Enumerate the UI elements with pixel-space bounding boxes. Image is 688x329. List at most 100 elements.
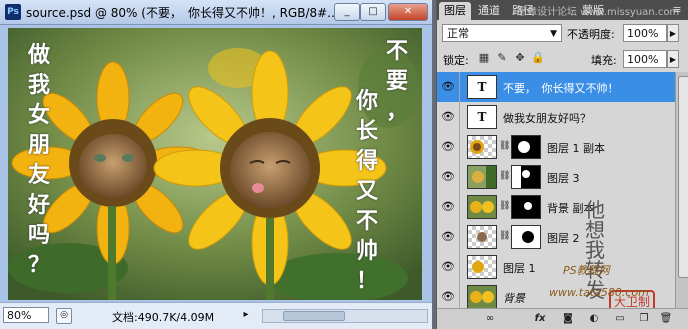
status-menu-arrow[interactable]: ▸ bbox=[240, 308, 252, 322]
chain-link-icon[interactable]: ⛓ bbox=[499, 141, 510, 151]
left-text-char: 吗 bbox=[27, 222, 50, 248]
left-text-char: 我 bbox=[27, 72, 50, 98]
eye-icon[interactable]: 👁 bbox=[440, 260, 456, 274]
minimize-button[interactable]: _ bbox=[334, 3, 360, 21]
opacity-slider-arrow[interactable]: ▶ bbox=[667, 24, 679, 42]
opacity-input[interactable]: 100% bbox=[623, 24, 667, 42]
layer-row[interactable]: 👁 T 不要， 你长得又不帅！ bbox=[437, 72, 675, 103]
layer-row[interactable]: 👁 ⛓ 图层 2 bbox=[437, 222, 675, 253]
panel-tabs: 图层 通道 路径 蒙版 思缘设计论坛 www.missyuan.com ≡ bbox=[437, 0, 688, 20]
divider bbox=[459, 192, 460, 222]
fill-slider-arrow[interactable]: ▶ bbox=[667, 50, 679, 68]
right-text-char: 得 bbox=[355, 148, 378, 174]
tab-layers[interactable]: 图层 bbox=[439, 2, 471, 20]
top-watermark: 思缘设计论坛 www.missyuan.com bbox=[517, 7, 680, 18]
scroll-thumb[interactable] bbox=[283, 311, 345, 321]
lock-transparent-icon[interactable]: ▦ bbox=[477, 51, 491, 65]
lock-brush-icon[interactable]: ✎ bbox=[495, 51, 509, 65]
eye-icon[interactable]: 👁 bbox=[440, 140, 456, 154]
layer-mask-thumbnail[interactable] bbox=[511, 135, 541, 159]
layers-vertical-scrollbar[interactable] bbox=[675, 72, 688, 308]
layer-name[interactable]: 背景 bbox=[503, 290, 525, 306]
layer-thumbnail bbox=[467, 285, 497, 308]
handwritten-signature: 他想我转发 bbox=[585, 198, 605, 302]
layer-thumbnail bbox=[467, 195, 497, 219]
scroll-thumb[interactable] bbox=[678, 76, 688, 278]
right-text-char: 长 bbox=[355, 118, 378, 144]
layer-name[interactable]: 图层 1 bbox=[503, 260, 536, 276]
right-text-char: ， bbox=[385, 98, 408, 124]
panel-menu-icon[interactable]: ≡ bbox=[669, 3, 685, 17]
tab-channels[interactable]: 通道 bbox=[473, 2, 505, 20]
lock-row: 锁定: ▦ ✎ ✥ 🔒 填充: 100% ▶ bbox=[437, 48, 688, 72]
eye-icon[interactable]: 👁 bbox=[440, 200, 456, 214]
left-text-char: 朋 bbox=[27, 132, 50, 158]
chain-link-icon[interactable]: ⛓ bbox=[499, 201, 510, 211]
right-text-char: 你 bbox=[355, 88, 378, 114]
left-text-char: 做 bbox=[27, 42, 50, 68]
layer-row[interactable]: 👁 ⛓ 图层 3 bbox=[437, 162, 675, 193]
left-text-char: 女 bbox=[27, 102, 50, 128]
zoom-input[interactable]: 80% bbox=[3, 307, 49, 323]
text-layer-thumbnail: T bbox=[467, 75, 497, 99]
close-button[interactable]: ✕ bbox=[388, 3, 428, 21]
layer-row[interactable]: 👁 ⛓ 背景 副本 bbox=[437, 192, 675, 223]
layer-mask-thumbnail[interactable] bbox=[511, 165, 541, 189]
layer-name[interactable]: 图层 3 bbox=[547, 170, 580, 186]
link-icon[interactable]: ∞ bbox=[483, 312, 497, 326]
lock-move-icon[interactable]: ✥ bbox=[513, 51, 527, 65]
eye-icon[interactable]: 👁 bbox=[440, 110, 456, 124]
right-text-char: ！ bbox=[355, 268, 378, 294]
layers-list: 👁 T 不要， 你长得又不帅！ 👁 T 做我女朋友好吗？ 👁 ⛓ 图层 1 副本… bbox=[437, 72, 675, 308]
right-text-char: 要 bbox=[385, 68, 408, 94]
layer-mask-thumbnail[interactable] bbox=[511, 195, 541, 219]
chain-link-icon[interactable]: ⛓ bbox=[499, 171, 510, 181]
blend-row: 正常 ▼ 不透明度: 100% ▶ bbox=[437, 22, 688, 46]
layer-thumbnail bbox=[467, 165, 497, 189]
layer-name[interactable]: 图层 1 副本 bbox=[547, 140, 605, 156]
right-text-char: 不 bbox=[355, 208, 378, 234]
new-layer-icon[interactable]: ❐ bbox=[637, 312, 651, 326]
folder-icon[interactable]: ▭ bbox=[613, 312, 627, 326]
watermark-url: www.tata580.com bbox=[549, 286, 649, 299]
layer-row[interactable]: 👁 ⛓ 图层 1 副本 bbox=[437, 132, 675, 163]
layer-mask-thumbnail[interactable] bbox=[511, 225, 541, 249]
chain-link-icon[interactable]: ⛓ bbox=[499, 231, 510, 241]
divider bbox=[459, 132, 460, 162]
adjustment-icon[interactable]: ◐ bbox=[587, 312, 601, 326]
horizontal-scrollbar[interactable] bbox=[262, 309, 428, 323]
layer-name[interactable]: 不要， 你长得又不帅！ bbox=[503, 80, 619, 96]
layer-name[interactable]: 图层 2 bbox=[547, 230, 580, 246]
blend-mode-value: 正常 bbox=[447, 27, 469, 40]
opacity-label: 不透明度: bbox=[567, 28, 615, 41]
fill-label: 填充: bbox=[591, 54, 617, 67]
text-layer-thumbnail: T bbox=[467, 105, 497, 129]
canvas-image[interactable]: 做 我 女 朋 友 好 吗 ？ 不 要 ， 你 长 得 又 不 帅 ！ bbox=[8, 28, 422, 300]
photoshop-logo-icon: Ps bbox=[5, 4, 21, 20]
lock-all-icon[interactable]: 🔒 bbox=[531, 51, 545, 65]
divider bbox=[459, 252, 460, 282]
eye-icon[interactable]: 👁 bbox=[440, 80, 456, 94]
watermark-text: PS教程网 bbox=[563, 264, 610, 277]
restore-button[interactable]: □ bbox=[360, 3, 386, 21]
mask-icon[interactable]: ◙ bbox=[561, 312, 575, 326]
blend-mode-select[interactable]: 正常 ▼ bbox=[442, 24, 562, 42]
trash-icon[interactable]: 🗑 bbox=[659, 312, 673, 326]
right-text-char: 不 bbox=[385, 38, 408, 64]
layer-row[interactable]: 👁 图层 1 bbox=[437, 252, 675, 283]
layer-name[interactable]: 做我女朋友好吗？ bbox=[503, 110, 591, 126]
document-title: source.psd @ 80% (不要， 你长得又不帅！, RGB/8#... bbox=[26, 6, 339, 20]
dropdown-arrow-icon: ▼ bbox=[550, 29, 557, 39]
left-text-char: 友 bbox=[27, 162, 50, 188]
layers-panel: 图层 通道 路径 蒙版 思缘设计论坛 www.missyuan.com ≡ 正常… bbox=[436, 0, 688, 329]
layer-row[interactable]: 👁 T 做我女朋友好吗？ bbox=[437, 102, 675, 133]
eye-icon[interactable]: 👁 bbox=[440, 290, 456, 304]
document-title-bar[interactable]: Ps source.psd @ 80% (不要， 你长得又不帅！, RGB/8#… bbox=[0, 0, 432, 25]
divider bbox=[459, 282, 460, 308]
layer-thumbnail bbox=[467, 135, 497, 159]
fill-input[interactable]: 100% bbox=[623, 50, 667, 68]
proof-icon[interactable]: ◎ bbox=[56, 308, 72, 324]
fx-icon[interactable]: fx bbox=[533, 312, 547, 326]
eye-icon[interactable]: 👁 bbox=[440, 230, 456, 244]
eye-icon[interactable]: 👁 bbox=[440, 170, 456, 184]
